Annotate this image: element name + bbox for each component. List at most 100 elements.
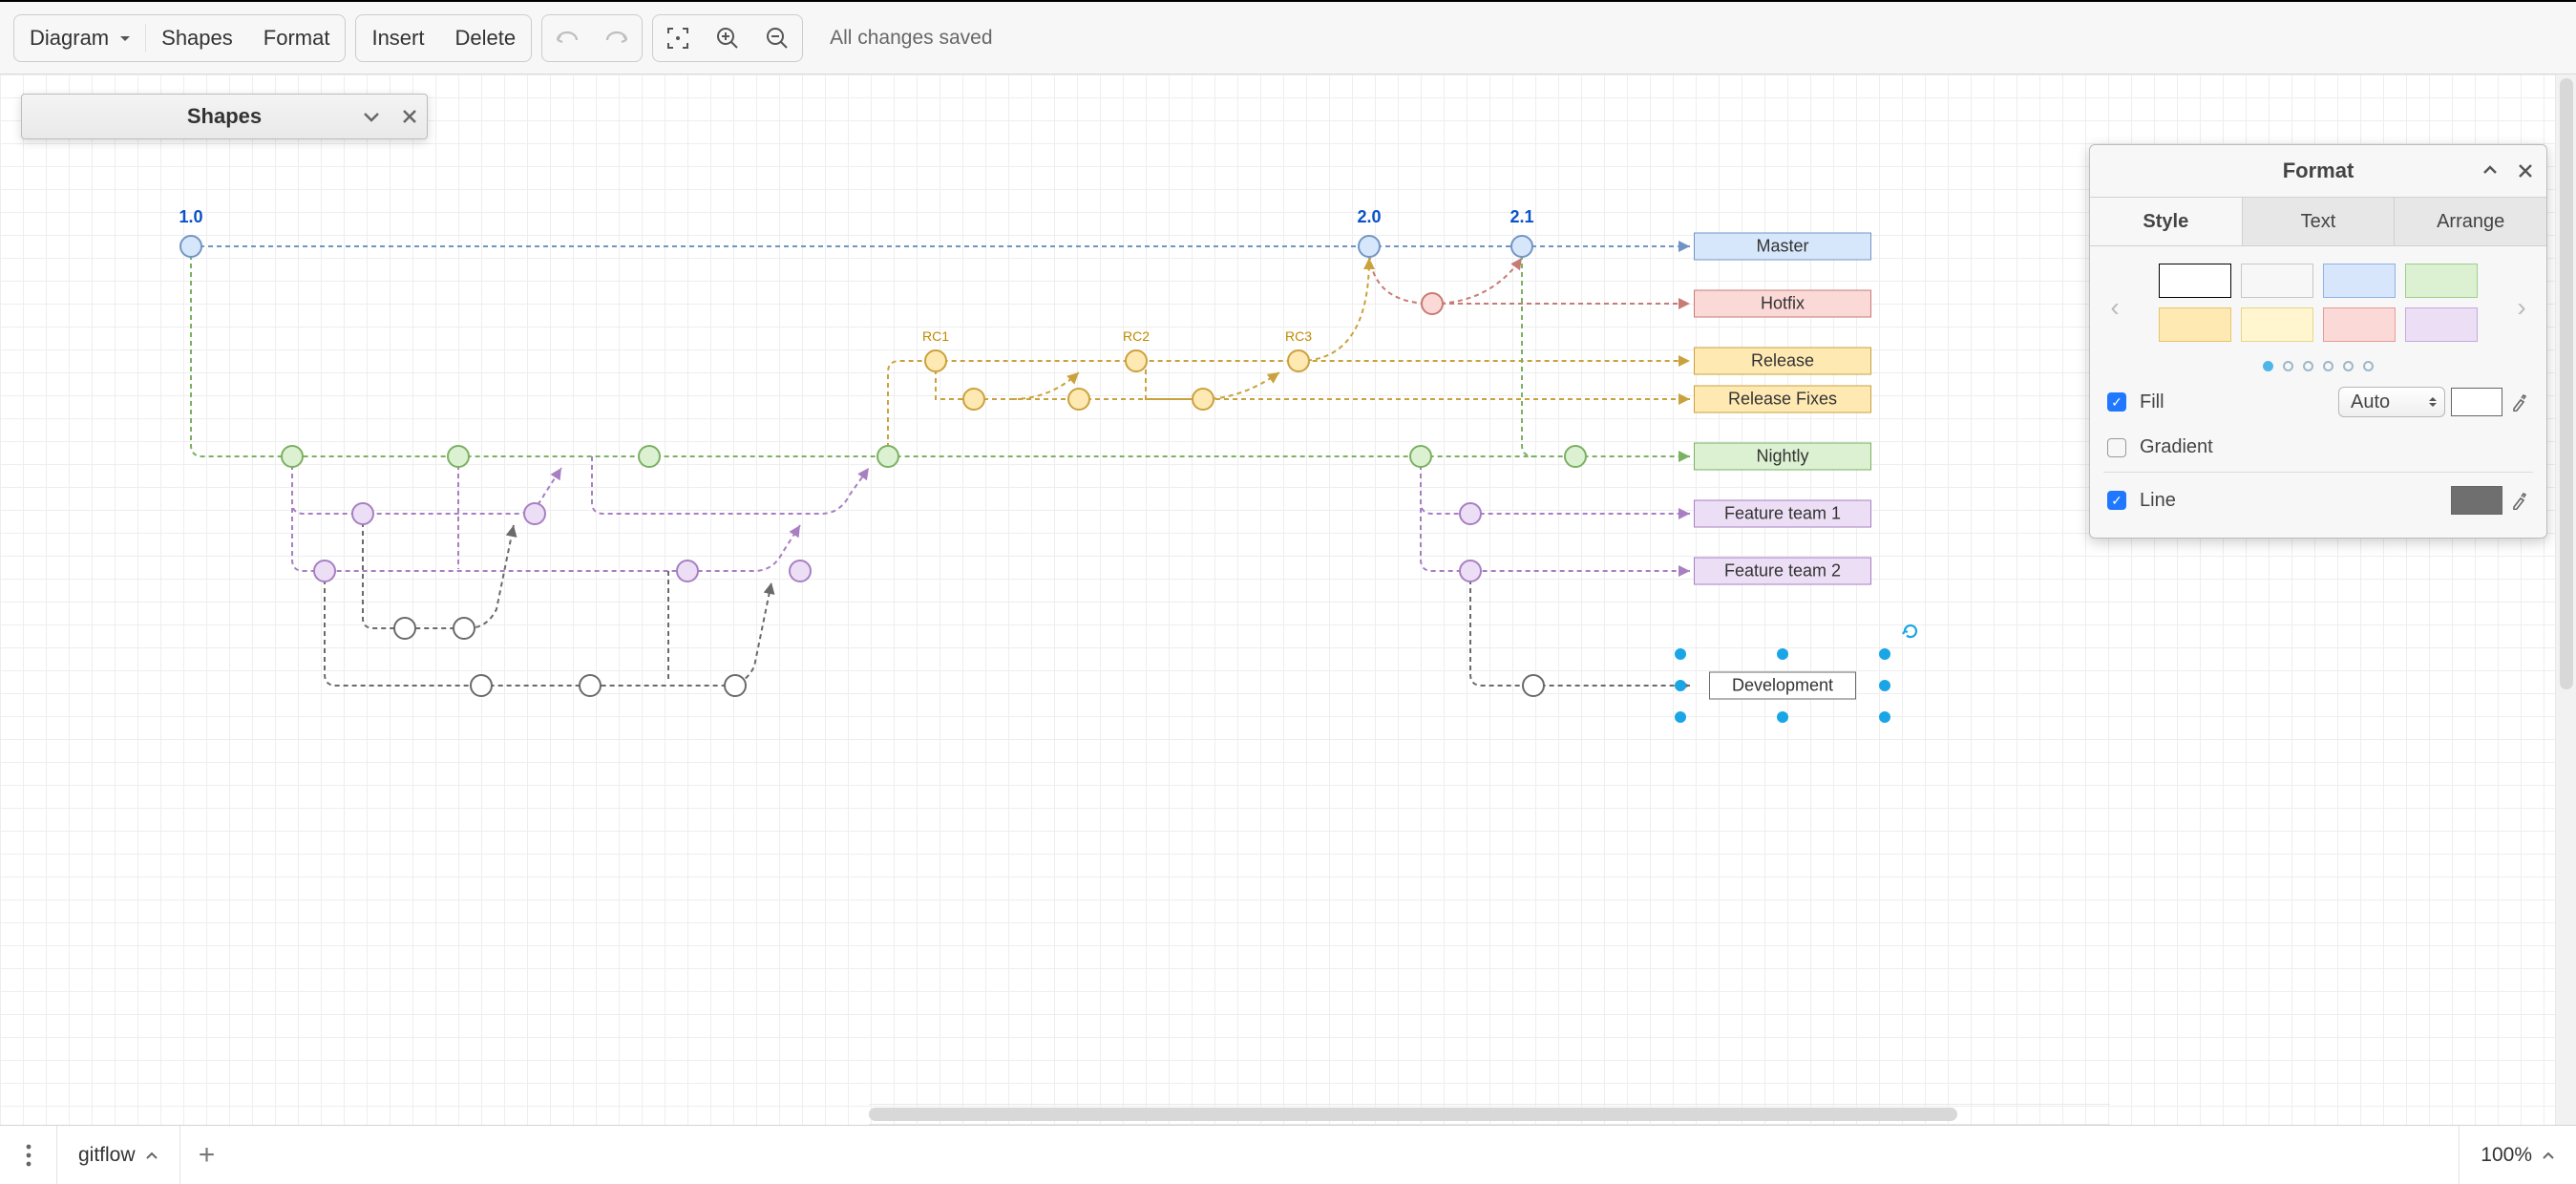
add-page-button[interactable]: + bbox=[180, 1126, 234, 1184]
insert-button-label: Insert bbox=[371, 26, 424, 51]
style-swatch[interactable] bbox=[2159, 264, 2231, 298]
format-panel-header[interactable]: Format bbox=[2090, 145, 2546, 197]
commit-hotfix[interactable] bbox=[1421, 292, 1444, 315]
style-swatch[interactable] bbox=[2405, 307, 2478, 342]
chevron-up-icon[interactable] bbox=[2481, 163, 2499, 177]
pager-dot[interactable] bbox=[2303, 361, 2313, 371]
shapes-button[interactable]: Shapes bbox=[146, 15, 248, 61]
commit-dev-2[interactable] bbox=[453, 617, 475, 640]
style-swatch[interactable] bbox=[2405, 264, 2478, 298]
gradient-checkbox[interactable] bbox=[2107, 438, 2126, 457]
pager-dot[interactable] bbox=[2323, 361, 2333, 371]
commit-relfix-3[interactable] bbox=[1192, 388, 1214, 411]
commit-feat1-3[interactable] bbox=[1459, 502, 1482, 525]
scrollbar-thumb[interactable] bbox=[2560, 78, 2573, 689]
format-button[interactable]: Format bbox=[248, 15, 346, 61]
scrollbar-thumb[interactable] bbox=[869, 1108, 1957, 1121]
lane-development[interactable]: Development bbox=[1709, 672, 1856, 700]
pages-menu-button[interactable] bbox=[0, 1126, 57, 1184]
lane-feature1[interactable]: Feature team 1 bbox=[1694, 500, 1871, 528]
pager-dot[interactable] bbox=[2263, 361, 2273, 371]
canvas[interactable]: Shapes bbox=[0, 74, 2576, 1125]
commit-rc2[interactable] bbox=[1125, 349, 1148, 372]
lane-master[interactable]: Master bbox=[1694, 233, 1871, 261]
swatch-next[interactable]: › bbox=[2510, 292, 2533, 323]
commit-feat1-2[interactable] bbox=[523, 502, 546, 525]
lane-release-fixes[interactable]: Release Fixes bbox=[1694, 386, 1871, 413]
style-swatch[interactable] bbox=[2241, 307, 2313, 342]
selection-handle[interactable] bbox=[1675, 680, 1686, 691]
commit-dev-6[interactable] bbox=[1522, 674, 1545, 697]
pager-dot[interactable] bbox=[2363, 361, 2374, 371]
tab-style-label: Style bbox=[2143, 211, 2188, 233]
commit-rc3[interactable] bbox=[1287, 349, 1310, 372]
tab-style[interactable]: Style bbox=[2090, 198, 2242, 245]
zoom-fit-button[interactable] bbox=[653, 15, 703, 61]
commit-dev-1[interactable] bbox=[393, 617, 416, 640]
fill-mode-dropdown[interactable]: Auto bbox=[2338, 387, 2445, 417]
pager-dot[interactable] bbox=[2283, 361, 2293, 371]
close-icon[interactable] bbox=[2518, 163, 2533, 179]
zoom-out-button[interactable] bbox=[752, 15, 802, 61]
style-swatch[interactable] bbox=[2323, 307, 2396, 342]
lane-nightly[interactable]: Nightly bbox=[1694, 443, 1871, 471]
commit-feat2-4[interactable] bbox=[1459, 560, 1482, 582]
selection-handle[interactable] bbox=[1879, 680, 1890, 691]
selection-handle[interactable] bbox=[1675, 711, 1686, 723]
selection-handle[interactable] bbox=[1777, 711, 1788, 723]
eyedropper-icon[interactable] bbox=[2508, 388, 2529, 416]
commit-feat1-1[interactable] bbox=[351, 502, 374, 525]
tab-text[interactable]: Text bbox=[2242, 198, 2395, 245]
commit-nightly-1[interactable] bbox=[281, 445, 304, 468]
lane-hotfix-label: Hotfix bbox=[1761, 294, 1805, 314]
zoom-value: 100% bbox=[2481, 1144, 2532, 1167]
commit-dev-5[interactable] bbox=[724, 674, 747, 697]
lane-hotfix[interactable]: Hotfix bbox=[1694, 290, 1871, 318]
zoom-in-button[interactable] bbox=[703, 15, 752, 61]
delete-button[interactable]: Delete bbox=[439, 15, 531, 61]
commit-feat2-1[interactable] bbox=[313, 560, 336, 582]
redo-button[interactable] bbox=[592, 15, 642, 61]
swatch-prev[interactable]: ‹ bbox=[2103, 292, 2126, 323]
fill-checkbox[interactable]: ✓ bbox=[2107, 392, 2126, 412]
diagram-menu[interactable]: Diagram bbox=[14, 15, 145, 61]
page-tab-gitflow[interactable]: gitflow bbox=[57, 1126, 180, 1184]
zoom-control[interactable]: 100% bbox=[2459, 1126, 2576, 1184]
selection-handle[interactable] bbox=[1777, 648, 1788, 660]
commit-relfix-1[interactable] bbox=[962, 388, 985, 411]
commit-nightly-4[interactable] bbox=[876, 445, 899, 468]
pager-dot[interactable] bbox=[2343, 361, 2354, 371]
commit-nightly-6[interactable] bbox=[1564, 445, 1587, 468]
line-color-swatch[interactable] bbox=[2451, 486, 2502, 515]
selection-handle[interactable] bbox=[1879, 711, 1890, 723]
commit-nightly-2[interactable] bbox=[447, 445, 470, 468]
commit-feat2-3[interactable] bbox=[789, 560, 812, 582]
selection-handle[interactable] bbox=[1675, 648, 1686, 660]
rotate-handle[interactable] bbox=[1902, 623, 1919, 640]
vertical-scrollbar[interactable] bbox=[2555, 74, 2576, 1125]
undo-button[interactable] bbox=[542, 15, 592, 61]
horizontal-scrollbar[interactable] bbox=[869, 1104, 2110, 1125]
style-swatch[interactable] bbox=[2323, 264, 2396, 298]
commit-relfix-2[interactable] bbox=[1067, 388, 1090, 411]
commit-feat2-2[interactable] bbox=[676, 560, 699, 582]
lane-release[interactable]: Release bbox=[1694, 348, 1871, 375]
commit-master-2.1[interactable] bbox=[1510, 235, 1533, 258]
fill-color-swatch[interactable] bbox=[2451, 388, 2502, 416]
commit-nightly-3[interactable] bbox=[638, 445, 661, 468]
rc2-label: RC2 bbox=[1123, 328, 1150, 348]
eyedropper-icon[interactable] bbox=[2508, 486, 2529, 515]
lane-feature2[interactable]: Feature team 2 bbox=[1694, 558, 1871, 585]
commit-dev-4[interactable] bbox=[579, 674, 602, 697]
selection-handle[interactable] bbox=[1879, 648, 1890, 660]
style-swatch[interactable] bbox=[2241, 264, 2313, 298]
insert-button[interactable]: Insert bbox=[356, 15, 439, 61]
commit-dev-3[interactable] bbox=[470, 674, 493, 697]
commit-rc1[interactable] bbox=[924, 349, 947, 372]
tab-arrange[interactable]: Arrange bbox=[2394, 198, 2546, 245]
commit-master-2.0[interactable] bbox=[1358, 235, 1381, 258]
commit-nightly-5[interactable] bbox=[1409, 445, 1432, 468]
line-checkbox[interactable]: ✓ bbox=[2107, 491, 2126, 510]
style-swatch[interactable] bbox=[2159, 307, 2231, 342]
commit-master-1.0[interactable] bbox=[179, 235, 202, 258]
